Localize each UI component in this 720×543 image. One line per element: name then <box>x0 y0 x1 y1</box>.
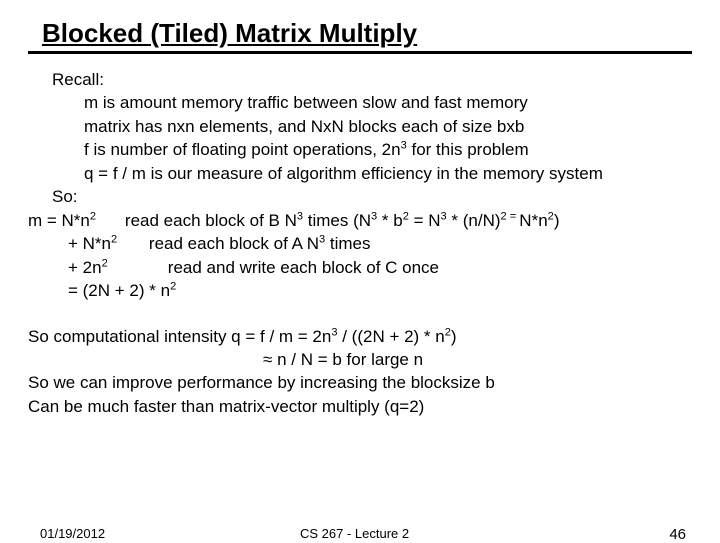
slide-title: Blocked (Tiled) Matrix Multiply <box>28 18 417 48</box>
so-l3-lhs: + 2n2 <box>52 256 130 279</box>
intensity-line2: ≈ n / N = b for large n <box>28 348 692 371</box>
so-l4: = (2N + 2) * n2 <box>52 281 176 300</box>
slide-body: Recall: m is amount memory traffic betwe… <box>28 68 692 303</box>
footer-date: 01/19/2012 <box>40 526 105 541</box>
footer-page: 46 <box>669 526 686 543</box>
so-l3-desc: read and write each block of C once <box>168 258 439 277</box>
title-bar: Blocked (Tiled) Matrix Multiply <box>28 18 692 54</box>
recall-matrix: matrix has nxn elements, and NxN blocks … <box>28 115 692 138</box>
recall-f-pre: f is number of floating point operations… <box>84 140 401 159</box>
so-l2-desc: read each block of A N3 times <box>149 234 371 253</box>
so-m-lhs: m = N*n2 <box>28 209 106 232</box>
so-line1: m = N*n2 read each block of B N3 times (… <box>28 209 692 232</box>
so-line3: + 2n2 read and write each block of C onc… <box>28 256 692 279</box>
recall-m: m is amount memory traffic between slow … <box>28 91 692 114</box>
intensity-line1: So computational intensity q = f / m = 2… <box>28 325 692 348</box>
approx-icon: ≈ <box>263 350 272 369</box>
so-heading: So: <box>28 185 692 208</box>
recall-f-post: for this problem <box>407 140 529 159</box>
so-line2: + N*n2 read each block of A N3 times <box>28 232 692 255</box>
so-line4: = (2N + 2) * n2 <box>28 279 692 302</box>
recall-heading: Recall: <box>28 68 692 91</box>
recall-f: f is number of floating point operations… <box>28 138 692 161</box>
so-l2-lhs: + N*n2 <box>52 232 130 255</box>
footer-course: CS 267 - Lecture 2 <box>300 526 409 541</box>
intensity-line4: Can be much faster than matrix-vector mu… <box>28 395 692 418</box>
intensity-line3: So we can improve performance by increas… <box>28 371 692 394</box>
intensity-block: So computational intensity q = f / m = 2… <box>28 325 692 419</box>
so-m-desc: read each block of B N3 times (N3 * b2 =… <box>125 211 560 230</box>
recall-q: q = f / m is our measure of algorithm ef… <box>28 162 692 185</box>
